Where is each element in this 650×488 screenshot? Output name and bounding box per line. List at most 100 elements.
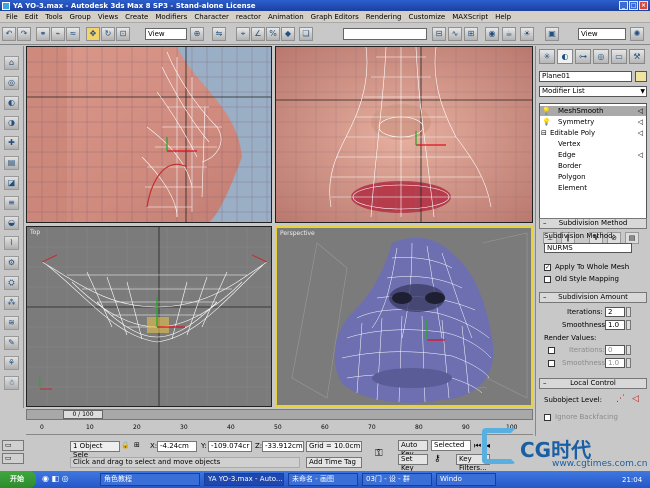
- hierarchy-tab-icon[interactable]: ⊶: [575, 49, 591, 64]
- menu-maxscript[interactable]: MAXScript: [452, 13, 488, 21]
- minimize-button[interactable]: _: [619, 1, 628, 10]
- snap-toggle-icon[interactable]: ⌖: [236, 27, 250, 41]
- select-rotate-icon[interactable]: ↻: [101, 27, 115, 41]
- render-iterations-checkbox[interactable]: [548, 347, 555, 354]
- viewport-left[interactable]: [26, 46, 272, 223]
- key-icon[interactable]: ⚿: [375, 448, 383, 459]
- render-smoothness-spinner[interactable]: [626, 358, 631, 368]
- mirror-icon[interactable]: ⇋: [212, 27, 226, 41]
- utilities-icon[interactable]: ⛭: [4, 276, 19, 290]
- quick-render-icon[interactable]: ☀: [520, 27, 534, 41]
- edge-subobject-icon[interactable]: ◁: [632, 394, 639, 404]
- particles-icon[interactable]: ⁂: [4, 296, 19, 310]
- stack-item-edge[interactable]: Edge ◁: [540, 150, 646, 160]
- bulb-icon[interactable]: 💡: [542, 106, 551, 116]
- stack-item-meshsmooth[interactable]: 💡 MeshSmooth ◁: [540, 106, 646, 116]
- menu-help[interactable]: Help: [495, 13, 511, 21]
- menu-customize[interactable]: Customize: [408, 13, 445, 21]
- spinner-snap-icon[interactable]: ◆: [281, 27, 295, 41]
- task-button[interactable]: 角色教程: [100, 473, 200, 486]
- modifier-list-dropdown[interactable]: Modifier List: [539, 86, 647, 97]
- modify-tab-icon[interactable]: ◐: [557, 49, 573, 64]
- maxscript-listener-icon[interactable]: ▭: [2, 440, 24, 451]
- stack-item-border[interactable]: Border: [540, 161, 646, 171]
- viewport-perspective[interactable]: Perspective: [275, 226, 533, 407]
- menu-animation[interactable]: Animation: [268, 13, 304, 21]
- bind-spacewarp-icon[interactable]: ≈: [66, 27, 80, 41]
- ragdoll-icon[interactable]: ☃: [4, 376, 19, 390]
- curve-editor-icon[interactable]: ∿: [448, 27, 462, 41]
- wave-icon[interactable]: ≋: [4, 316, 19, 330]
- render-iterations-field[interactable]: 0: [605, 345, 625, 355]
- stack-item-symmetry[interactable]: 💡 Symmetry ◁: [540, 117, 646, 127]
- expand-icon[interactable]: ⊟: [541, 128, 547, 138]
- iterations-field[interactable]: 2: [605, 307, 625, 317]
- motion-tab-icon[interactable]: ◎: [593, 49, 609, 64]
- percent-snap-icon[interactable]: %: [266, 27, 280, 41]
- named-selection-set[interactable]: [343, 28, 427, 40]
- old-style-mapping-checkbox[interactable]: [544, 276, 551, 283]
- absolute-mode-icon[interactable]: ⊞: [134, 441, 140, 449]
- pin-icon[interactable]: ◁: [638, 128, 643, 138]
- smoothness-spinner[interactable]: [626, 320, 631, 330]
- go-to-start-icon[interactable]: ⏮: [474, 441, 481, 451]
- time-slider[interactable]: 0 / 100: [26, 409, 533, 420]
- helpers-icon[interactable]: ✚: [4, 136, 19, 150]
- time-slider-knob[interactable]: 0 / 100: [63, 410, 103, 419]
- quick-render-production-icon[interactable]: ✺: [630, 27, 644, 41]
- named-selection-icon[interactable]: ❏: [299, 27, 313, 41]
- render-scene-icon[interactable]: ☕: [502, 27, 516, 41]
- y-coordinate-field[interactable]: -109.074cr: [208, 441, 252, 452]
- key-mode-select[interactable]: Selected: [431, 440, 471, 451]
- hierarchy-icon[interactable]: ◒: [4, 216, 19, 230]
- display-icon[interactable]: ⚙: [4, 256, 19, 270]
- reference-coordinate-select[interactable]: View: [145, 28, 187, 40]
- lock-selection-icon[interactable]: 🔒: [121, 441, 130, 449]
- menu-reactor[interactable]: reactor: [236, 13, 261, 21]
- cameras-icon[interactable]: ◑: [4, 116, 19, 130]
- task-button[interactable]: YA YO-3.max - Auto...: [204, 473, 284, 486]
- maxscript-mini-icon[interactable]: ▭: [2, 453, 24, 464]
- undo-icon[interactable]: ↶: [2, 27, 16, 41]
- modify-icon[interactable]: ≡: [4, 196, 19, 210]
- track-bar[interactable]: 0 10 20 30 40 50 60 70 80 90 100: [26, 421, 533, 435]
- menu-tools[interactable]: Tools: [45, 13, 62, 21]
- task-button[interactable]: 03门 - 设 - 群: [362, 473, 432, 486]
- viewport-top[interactable]: Top: [26, 226, 272, 407]
- set-key-button[interactable]: Set Key: [398, 454, 428, 472]
- maximize-button[interactable]: □: [629, 1, 638, 10]
- shapes-icon[interactable]: ◎: [4, 76, 19, 90]
- render-iterations-spinner[interactable]: [626, 345, 631, 355]
- render-smoothness-checkbox[interactable]: [548, 360, 555, 367]
- add-time-tag-button[interactable]: Add Time Tag: [306, 457, 362, 468]
- render-type-icon[interactable]: ▣: [545, 27, 559, 41]
- pivot-center-icon[interactable]: ⊕: [190, 27, 204, 41]
- iterations-spinner[interactable]: [626, 307, 631, 317]
- task-button[interactable]: 未命名 - 画图: [288, 473, 358, 486]
- select-scale-icon[interactable]: ⊡: [116, 27, 130, 41]
- subdivision-method-rollout[interactable]: Subdivision Method: [539, 218, 647, 229]
- render-type-select[interactable]: View: [578, 28, 626, 40]
- smoothness-field[interactable]: 1.0: [605, 320, 625, 330]
- subdivision-amount-rollout[interactable]: Subdivision Amount: [539, 292, 647, 303]
- menu-graph-editors[interactable]: Graph Editors: [311, 13, 359, 21]
- close-button[interactable]: ×: [639, 1, 648, 10]
- utilities-tab-icon[interactable]: ⚒: [629, 49, 645, 64]
- align-icon[interactable]: ⊟: [432, 27, 446, 41]
- vertex-subobject-icon[interactable]: ⋰: [616, 394, 625, 404]
- menu-modifiers[interactable]: Modifiers: [155, 13, 187, 21]
- spacewarps-icon[interactable]: ▤: [4, 156, 19, 170]
- menu-character[interactable]: Character: [194, 13, 229, 21]
- create-object-icon[interactable]: ⌂: [4, 56, 19, 70]
- angle-snap-icon[interactable]: ∠: [251, 27, 265, 41]
- set-key-icon[interactable]: ⚷: [434, 454, 441, 464]
- render-smoothness-field[interactable]: 1.0: [605, 358, 625, 368]
- menu-file[interactable]: File: [6, 13, 18, 21]
- select-link-icon[interactable]: ⚭: [36, 27, 50, 41]
- pin-icon[interactable]: ◁: [638, 150, 643, 160]
- schematic-view-icon[interactable]: ⊞: [464, 27, 478, 41]
- menu-group[interactable]: Group: [70, 13, 91, 21]
- reactor-icon[interactable]: ⚘: [4, 356, 19, 370]
- material-editor-icon[interactable]: ◉: [485, 27, 499, 41]
- object-name-field[interactable]: Plane01: [539, 71, 632, 82]
